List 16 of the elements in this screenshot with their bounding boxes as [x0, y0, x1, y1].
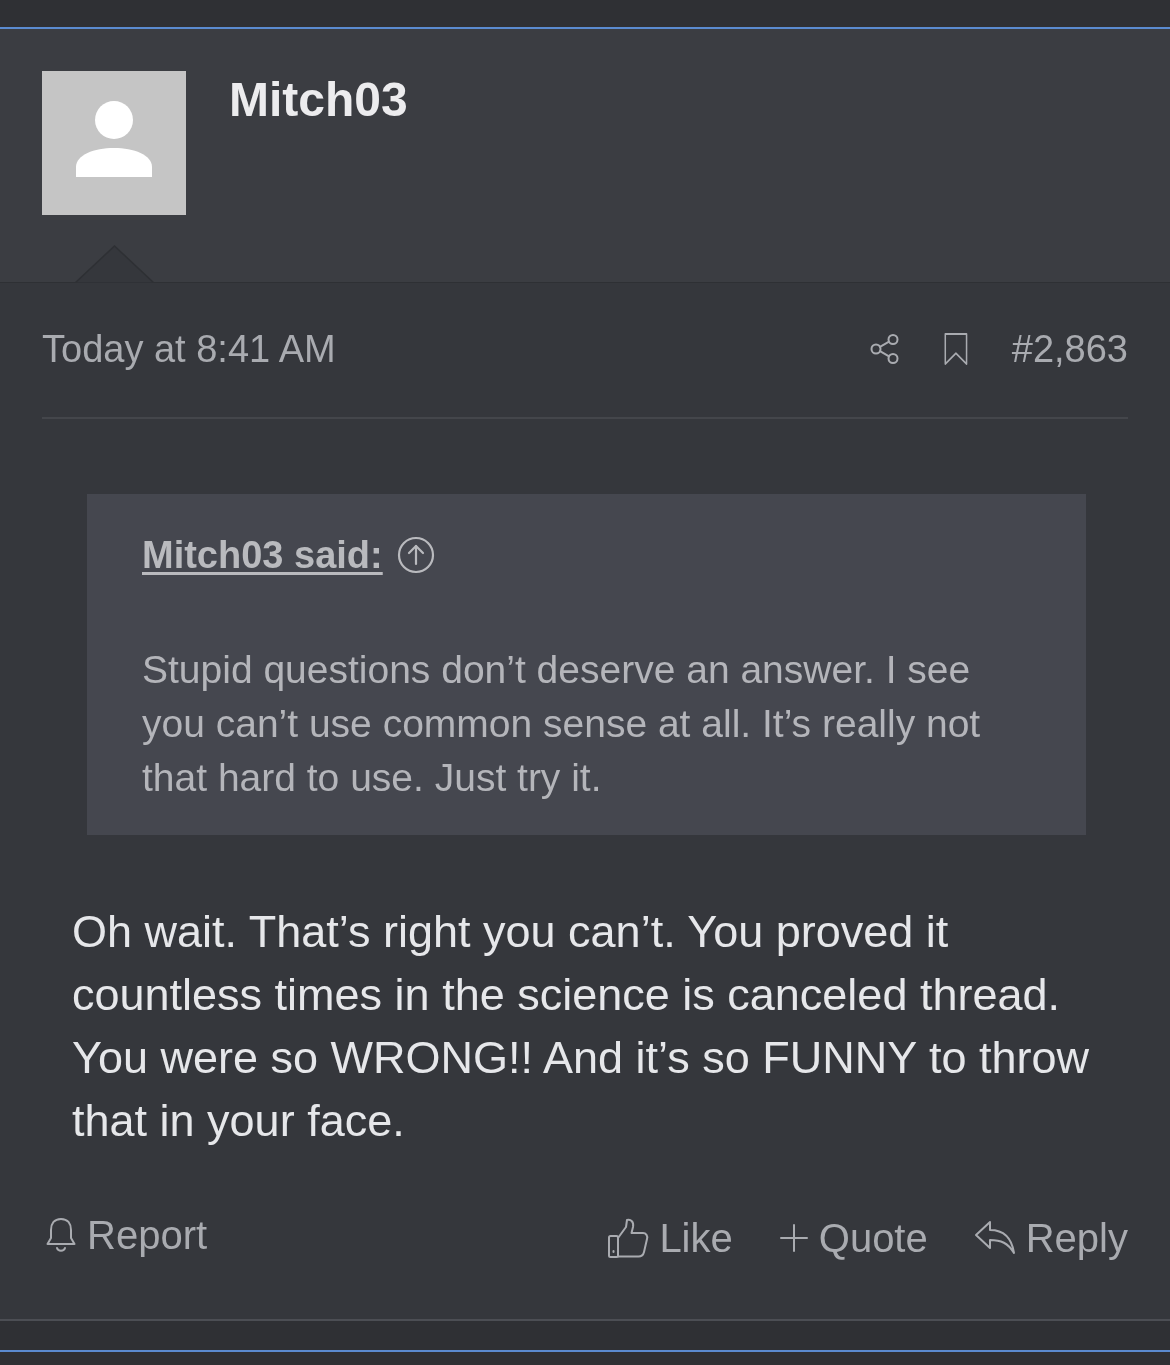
- reply-button[interactable]: Reply: [973, 1215, 1128, 1261]
- post-body-text: Oh wait. That’s right you can’t. You proved it countless times in the science is canceled thread. You were so WRONG!! And it’s so FUNNY to throw that in your face.: [72, 905, 1091, 1148]
- quote-button[interactable]: Quote: [778, 1215, 928, 1261]
- reply-arrow-icon[interactable]: [973, 1219, 1016, 1257]
- author-name[interactable]: Mitch03: [229, 71, 408, 129]
- report-button[interactable]: Report: [45, 1212, 208, 1258]
- quote-text: Stupid questions don’t deserve an answer. I see you can’t use common sense at all. It’s really not that hard to use. Just try it.: [142, 647, 982, 801]
- like-button[interactable]: Like: [607, 1215, 733, 1261]
- arrow-up-circle-icon[interactable]: [396, 536, 435, 574]
- thumbs-up-icon[interactable]: [607, 1217, 650, 1259]
- quote-author-link[interactable]: Mitch03 said:: [142, 533, 383, 577]
- user-avatar-icon: [42, 71, 186, 215]
- bell-icon[interactable]: [45, 1216, 77, 1254]
- plus-icon[interactable]: [778, 1223, 809, 1253]
- post-date[interactable]: Today at 8:41 AM: [42, 328, 336, 370]
- post-number-link[interactable]: #2,863: [1011, 328, 1128, 370]
